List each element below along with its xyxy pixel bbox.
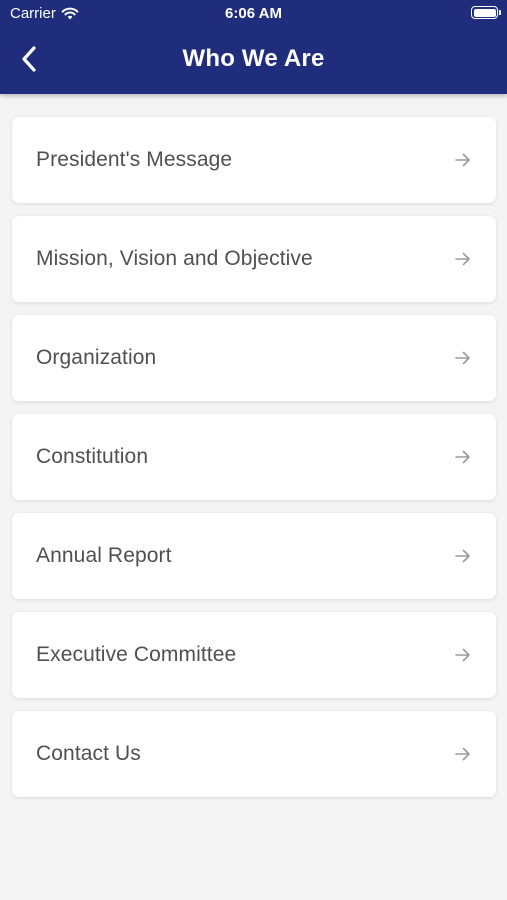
menu-item-annual-report[interactable]: Annual Report	[12, 513, 496, 599]
app-header: Carrier 6:06 AM Who We Are	[0, 0, 507, 94]
menu-item-organization[interactable]: Organization	[12, 315, 496, 401]
arrow-right-icon	[455, 153, 470, 167]
menu-item-presidents-message[interactable]: President's Message	[12, 117, 496, 203]
arrow-right-icon	[455, 549, 470, 563]
page-title: Who We Are	[182, 45, 325, 72]
arrow-right-icon	[455, 450, 470, 464]
status-bar: Carrier 6:06 AM	[0, 0, 507, 28]
navigation-bar: Who We Are	[0, 28, 507, 94]
menu-item-label: Contact Us	[36, 742, 141, 765]
menu-item-label: Constitution	[36, 445, 149, 468]
menu-item-label: Annual Report	[36, 544, 172, 567]
menu-list: President's Message Mission, Vision and …	[12, 117, 496, 810]
battery-full-icon	[471, 6, 501, 19]
arrow-right-icon	[455, 648, 470, 662]
status-time: 6:06 AM	[225, 5, 282, 22]
menu-item-constitution[interactable]: Constitution	[12, 414, 496, 500]
arrow-right-icon	[455, 747, 470, 761]
menu-item-label: Mission, Vision and Objective	[36, 247, 313, 270]
arrow-right-icon	[455, 252, 470, 266]
menu-item-label: Organization	[36, 346, 157, 369]
menu-item-label: President's Message	[36, 148, 233, 171]
menu-item-mission-vision-objective[interactable]: Mission, Vision and Objective	[12, 216, 496, 302]
menu-item-label: Executive Committee	[36, 643, 237, 666]
arrow-right-icon	[455, 351, 470, 365]
menu-item-executive-committee[interactable]: Executive Committee	[12, 612, 496, 698]
menu-item-contact-us[interactable]: Contact Us	[12, 711, 496, 797]
